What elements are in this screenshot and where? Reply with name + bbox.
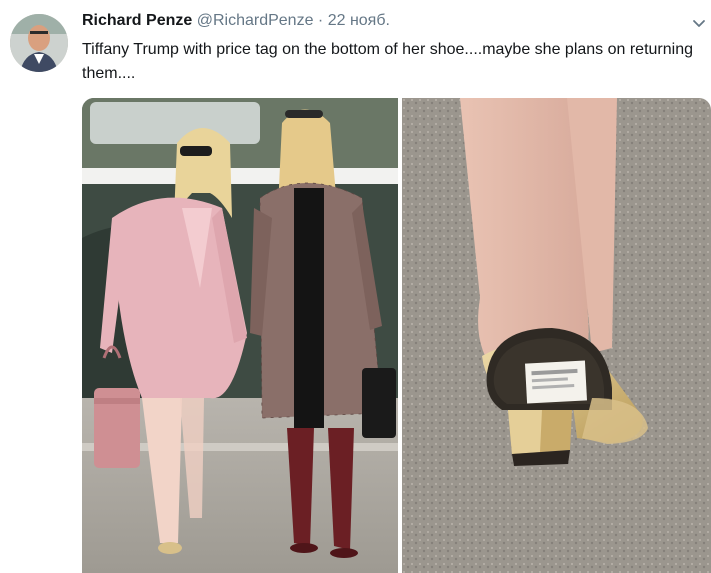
tweet-text: Tiffany Trump with price tag on the bott… bbox=[82, 41, 693, 82]
chevron-down-icon[interactable] bbox=[691, 15, 707, 31]
photo-two-women-walking[interactable] bbox=[82, 98, 398, 573]
tweet-header: Richard Penze @RichardPenze · 22 нояб. bbox=[82, 12, 390, 30]
author-handle[interactable]: @RichardPenze bbox=[197, 12, 314, 29]
tweet-media bbox=[82, 98, 711, 573]
photo-shoe-heel-closeup[interactable] bbox=[402, 98, 711, 573]
avatar[interactable] bbox=[10, 14, 68, 72]
author-name[interactable]: Richard Penze bbox=[82, 12, 192, 29]
separator: · bbox=[317, 12, 324, 29]
tweet[interactable]: Richard Penze @RichardPenze · 22 нояб. T… bbox=[0, 0, 711, 573]
avatar-image bbox=[10, 14, 68, 72]
tweet-date[interactable]: 22 нояб. bbox=[328, 12, 390, 29]
